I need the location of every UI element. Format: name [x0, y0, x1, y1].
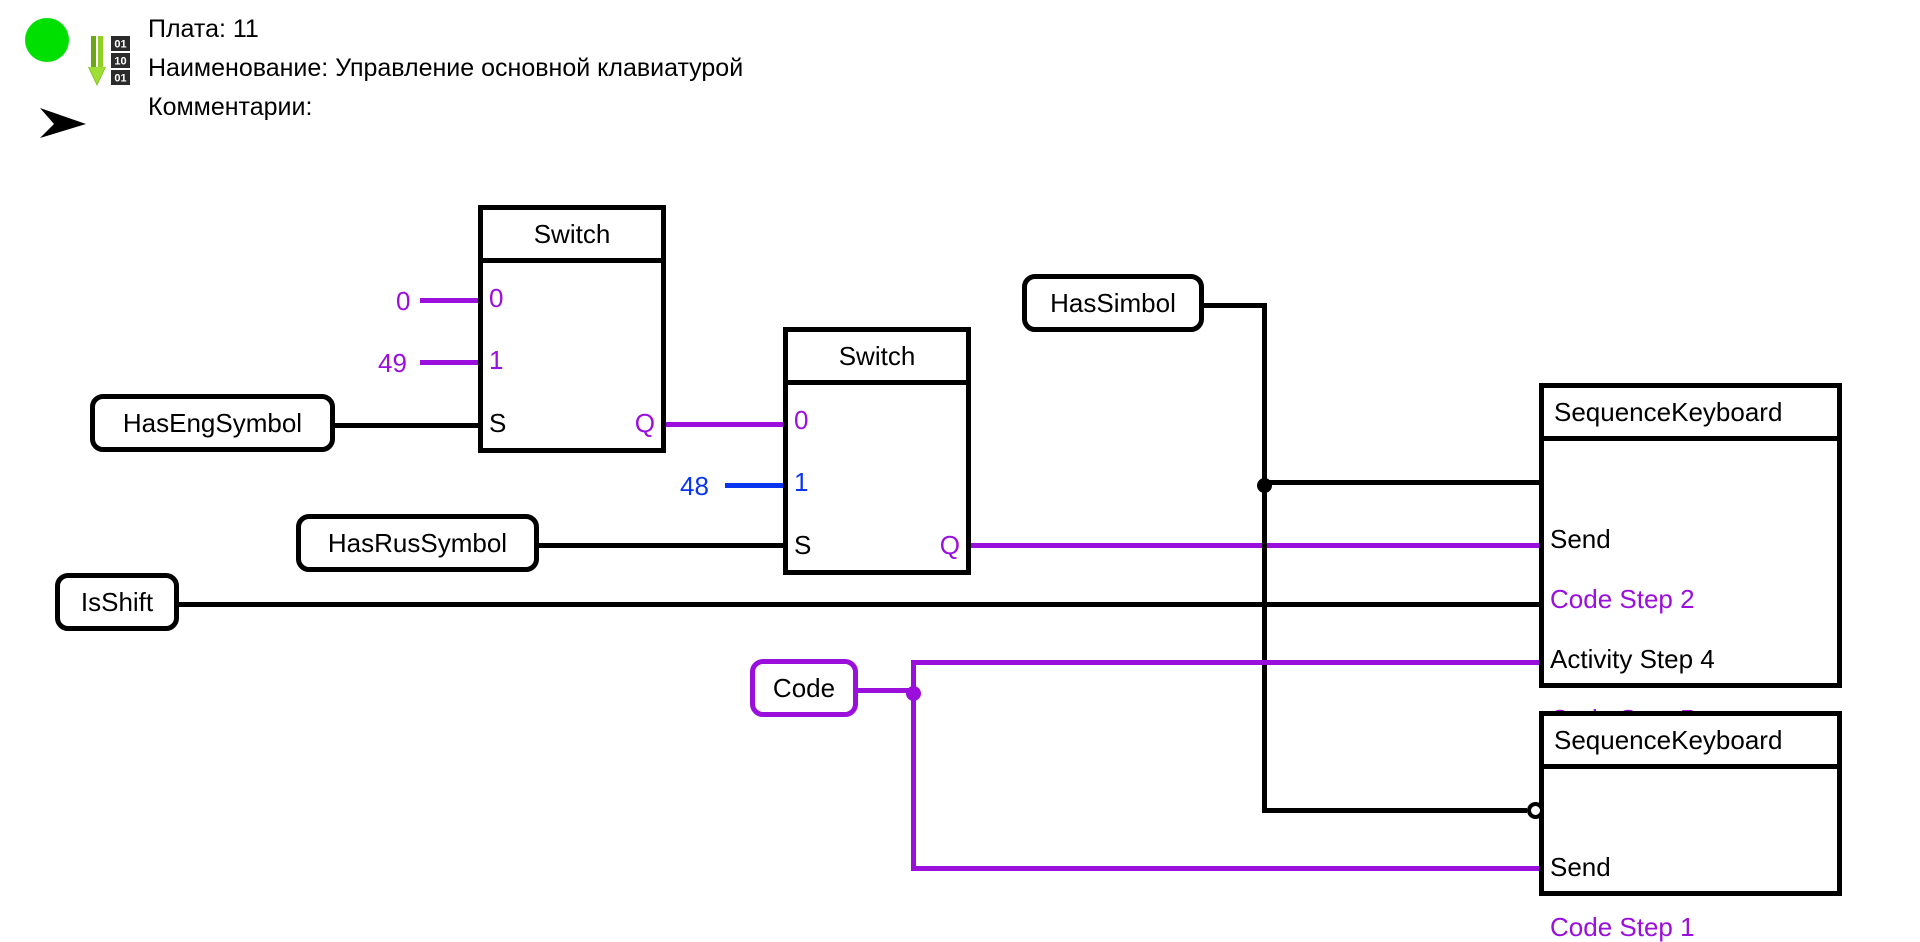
junction-dot-code — [906, 686, 921, 701]
comment-label: Комментарии: — [148, 93, 313, 121]
block-body: Send Code Step 1 — [1544, 769, 1837, 940]
tag-label: Code — [772, 672, 836, 703]
wire-haseng-to-switch1-sel — [334, 423, 484, 428]
port-switch1-sel[interactable]: S — [489, 410, 506, 436]
port-seqkbd1-code-step-2[interactable]: Code Step 2 — [1550, 586, 1695, 612]
wire-trunk-to-seqkbd2-send — [1262, 808, 1527, 813]
tag-has-rus-symbol[interactable]: HasRusSymbol — [296, 514, 539, 572]
junction-dot-hassimbol — [1257, 478, 1272, 493]
port-seqkbd2-code-step-1[interactable]: Code Step 1 — [1550, 914, 1695, 940]
wire-const49-to-switch1-in1 — [420, 360, 484, 365]
arrow-cursor-icon — [40, 108, 86, 138]
literal-0: 0 — [396, 286, 411, 316]
port-seqkbd2-send[interactable]: Send — [1550, 854, 1611, 880]
wire-isshift-to-seqkbd1-activitystep4 — [176, 602, 1544, 607]
wire-switch1-q-to-switch2-in0 — [663, 422, 788, 427]
tag-label: HasEngSymbol — [122, 407, 303, 438]
block-body: 0 1 S Q — [483, 263, 661, 453]
port-switch2-out[interactable]: Q — [940, 532, 960, 558]
block-title: Switch — [788, 332, 966, 385]
wire-hasrus-to-switch2-sel — [536, 543, 788, 548]
port-switch2-sel[interactable]: S — [794, 532, 811, 558]
tag-label: HasSimbol — [1050, 287, 1176, 318]
wire-code-to-seqkbd2-codestep1 — [911, 866, 1544, 871]
port-switch1-in0[interactable]: 0 — [489, 285, 503, 311]
wire-const48-to-switch2-in1 — [725, 483, 788, 488]
port-switch1-out[interactable]: Q — [635, 410, 655, 436]
name-label: Наименование: Управление основной клавиа… — [148, 54, 744, 82]
block-body: 0 1 S Q — [788, 385, 966, 575]
download-binary-icon: 01 10 01 — [88, 36, 130, 86]
tag-code[interactable]: Code — [750, 659, 858, 717]
block-title: Switch — [483, 210, 661, 263]
header-icon-group: 01 10 01 — [18, 12, 148, 138]
tag-label: IsShift — [80, 586, 154, 617]
literal-48: 48 — [680, 471, 709, 501]
wire-switch2-q-to-seqkbd1-codestep2 — [964, 543, 1544, 548]
block-title: SequenceKeyboard — [1544, 388, 1837, 441]
svg-text:10: 10 — [114, 56, 126, 68]
svg-text:01: 01 — [114, 39, 126, 51]
wire-const0-to-switch1-in0 — [420, 298, 484, 303]
diagram-canvas: 01 10 01 Плата: 11 Наименование: Управле… — [0, 0, 1920, 940]
wire-trunk-to-seqkbd1-send — [1262, 480, 1544, 485]
port-switch2-in1[interactable]: 1 — [794, 469, 808, 495]
tag-is-shift[interactable]: IsShift — [55, 573, 179, 631]
wire-code-to-seqkbd1-codestep5 — [911, 660, 1544, 665]
literal-49: 49 — [378, 348, 407, 378]
wire-hassimbol-out-horizontal — [1200, 303, 1267, 308]
header-text-block: Плата: 11 Наименование: Управление основ… — [148, 10, 743, 127]
diagram-header: 01 10 01 Плата: 11 Наименование: Управле… — [0, 0, 1920, 150]
green-circle-icon — [25, 18, 69, 62]
block-switch-1[interactable]: Switch 0 1 S Q — [478, 205, 666, 453]
inversion-bubble-seqkbd2-send — [1527, 802, 1544, 819]
wire-hassimbol-trunk-vertical — [1262, 303, 1267, 813]
port-switch1-in1[interactable]: 1 — [489, 347, 503, 373]
svg-text:01: 01 — [114, 73, 126, 85]
block-title: SequenceKeyboard — [1544, 716, 1837, 769]
port-switch2-in0[interactable]: 0 — [794, 407, 808, 433]
block-body: Send Code Step 2 Activity Step 4 Code St… — [1544, 441, 1837, 732]
tag-has-simbol[interactable]: HasSimbol — [1022, 274, 1204, 332]
block-sequence-keyboard-1[interactable]: SequenceKeyboard Send Code Step 2 Activi… — [1539, 383, 1842, 732]
port-seqkbd1-activity-step-4[interactable]: Activity Step 4 — [1550, 646, 1715, 672]
block-switch-2[interactable]: Switch 0 1 S Q — [783, 327, 971, 575]
tag-has-eng-symbol[interactable]: HasEngSymbol — [90, 394, 335, 452]
block-sequence-keyboard-2[interactable]: SequenceKeyboard Send Code Step 1 — [1539, 711, 1842, 940]
tag-label: HasRusSymbol — [327, 527, 508, 558]
port-seqkbd1-send[interactable]: Send — [1550, 526, 1611, 552]
board-label: Плата: 11 — [148, 15, 259, 43]
